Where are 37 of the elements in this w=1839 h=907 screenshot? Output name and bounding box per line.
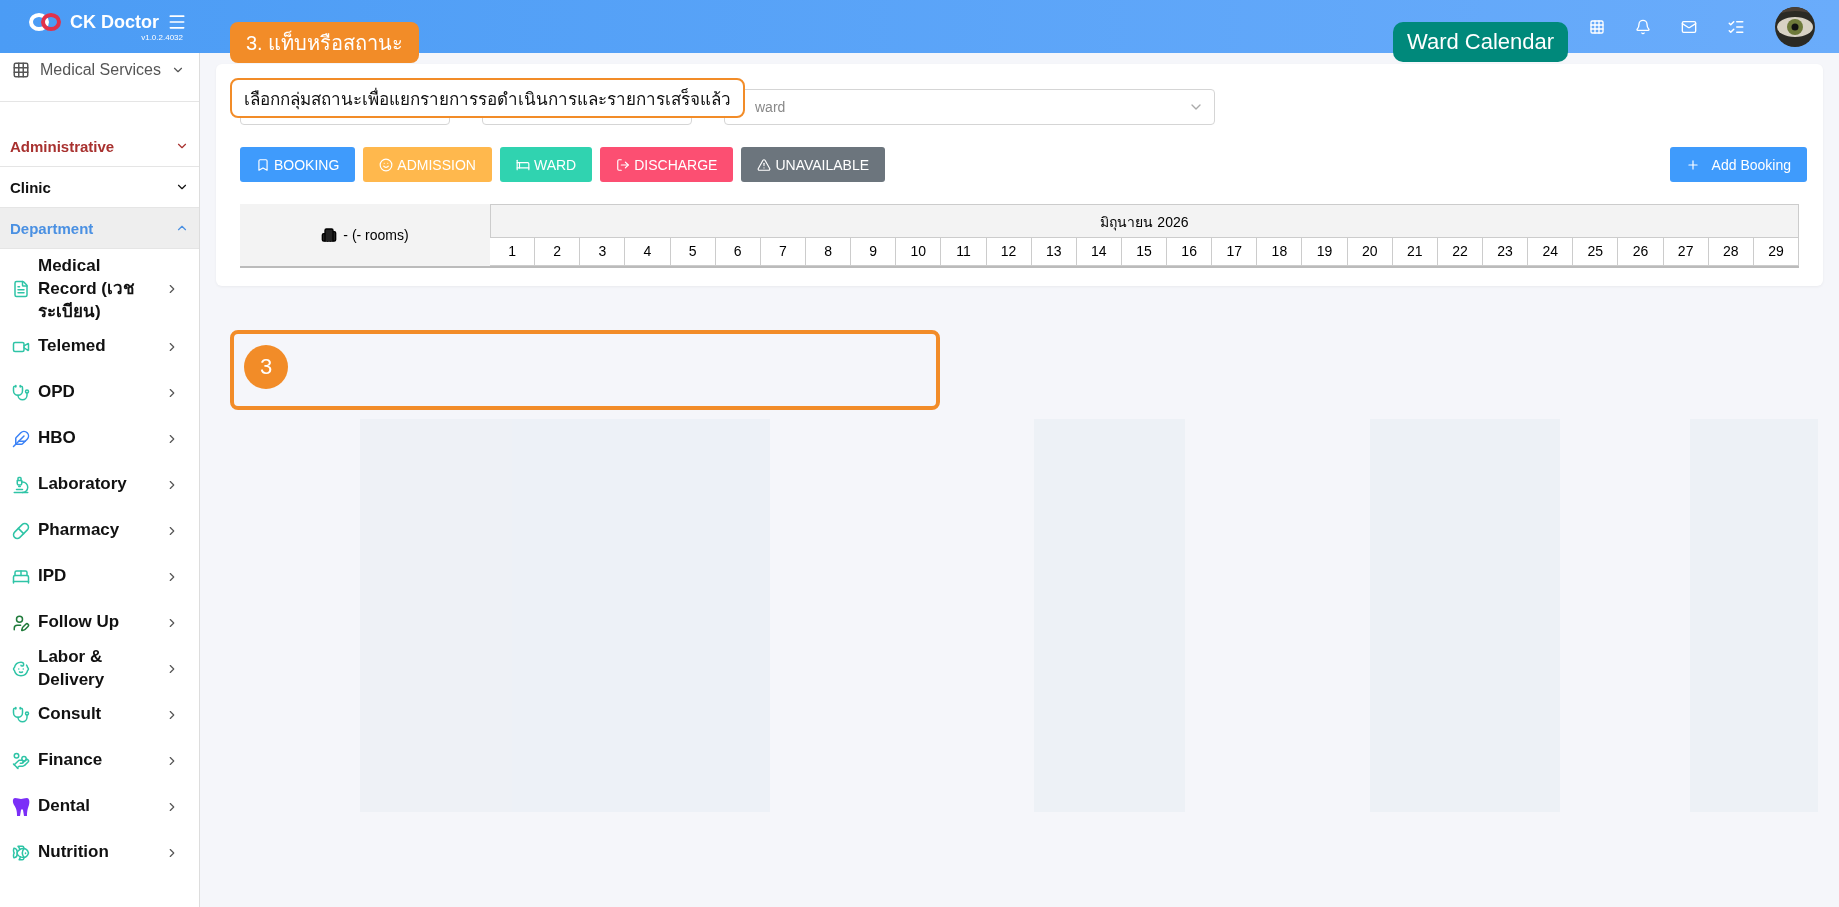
day-header: 25 xyxy=(1573,238,1619,266)
day-header: 14 xyxy=(1076,238,1122,266)
month-header: มิถุนายน 2026 xyxy=(490,204,1799,238)
room-header: - (- rooms) xyxy=(240,204,490,266)
day-header: 13 xyxy=(1031,238,1077,266)
day-header: 15 xyxy=(1121,238,1168,266)
day-header: 28 xyxy=(1708,238,1754,266)
tooltip: เลือกกลุ่มสถานะเพื่อแยกรายการรอดำเนินการและรายการเสร็จแล้ว xyxy=(230,78,745,118)
day-header: 29 xyxy=(1753,238,1799,266)
day-header: 3 xyxy=(580,238,626,266)
day-header: 6 xyxy=(715,238,761,266)
day-header: 9 xyxy=(851,238,897,266)
day-header: 19 xyxy=(1302,238,1348,266)
step-marker: 3 xyxy=(244,345,288,389)
day-header: 10 xyxy=(896,238,942,266)
day-header: 1 xyxy=(490,238,536,266)
day-header: 2 xyxy=(535,238,581,266)
day-header: 17 xyxy=(1212,238,1258,266)
day-header: 22 xyxy=(1437,238,1484,266)
day-header: 8 xyxy=(805,238,852,266)
day-header: 4 xyxy=(625,238,671,266)
day-header: 26 xyxy=(1618,238,1664,266)
brand-name: CK Doctor xyxy=(70,11,159,33)
day-header: 27 xyxy=(1663,238,1709,266)
day-header: 24 xyxy=(1528,238,1574,266)
step-label: 3. แท็บหรือสถานะ xyxy=(230,22,420,63)
day-header: 20 xyxy=(1347,238,1393,266)
day-header: 5 xyxy=(670,238,716,266)
day-header: 11 xyxy=(941,238,987,266)
day-header: 7 xyxy=(760,238,806,266)
day-header: 12 xyxy=(986,238,1032,266)
day-header: 23 xyxy=(1483,238,1529,266)
day-header: 21 xyxy=(1392,238,1438,266)
page-badge: Ward Calendar xyxy=(1393,22,1569,62)
version-text: v1.0.2.4032 xyxy=(141,32,183,42)
day-header: 18 xyxy=(1257,238,1303,266)
day-header: 16 xyxy=(1167,238,1213,266)
